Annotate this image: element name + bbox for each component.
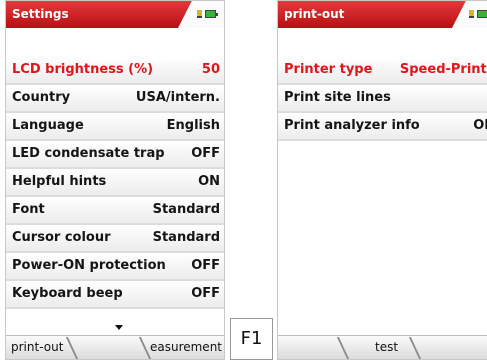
menu-item-label: Cursor colour (12, 230, 111, 245)
menu-item-label: Print site lines (284, 90, 391, 105)
menu-item-value: English (166, 118, 220, 133)
softkey-divider (336, 337, 350, 359)
menu-item-label: Helpful hints (12, 174, 107, 189)
menu-item-country[interactable]: Country USA/intern. (6, 85, 224, 113)
menu-item-label: Country (12, 90, 71, 105)
menu-item-font[interactable]: Font Standard (6, 197, 224, 225)
softkey-bar: print-out easurement (6, 335, 224, 359)
softkey-print-out[interactable]: print-out (11, 336, 63, 359)
screen-title: Settings (12, 7, 69, 21)
menu-item-keyboard-beep[interactable]: Keyboard beep OFF (6, 281, 224, 309)
menu-item-value: ON (198, 174, 220, 189)
menu-item-value: OFF (191, 258, 220, 273)
title-bar: print-out (278, 1, 487, 28)
softkey-bar: test (278, 335, 487, 359)
softkey-divider (65, 337, 79, 359)
menu-item-language[interactable]: Language English (6, 113, 224, 141)
menu-item-value: OFF (473, 118, 487, 133)
menu-item-power-on-protection[interactable]: Power-ON protection OFF (6, 253, 224, 281)
f1-key[interactable]: F1 (230, 318, 273, 360)
print-out-list: Printer type Speed-Printer Print site li… (278, 57, 487, 141)
screen-title: print-out (284, 7, 345, 21)
menu-item-cursor-colour[interactable]: Cursor colour Standard (6, 225, 224, 253)
plug-icon (197, 10, 202, 18)
battery-icon (205, 10, 218, 18)
menu-item-value: Standard (152, 230, 220, 245)
menu-item-printer-type[interactable]: Printer type Speed-Printer (278, 57, 487, 85)
menu-item-print-analyzer-info[interactable]: Print analyzer info OFF (278, 113, 487, 141)
menu-item-print-site-lines[interactable]: Print site lines 1 (278, 85, 487, 113)
menu-item-led-condensate-trap[interactable]: LED condensate trap OFF (6, 141, 224, 169)
menu-item-label: Font (12, 202, 45, 217)
softkey-measurement[interactable]: easurement (150, 336, 222, 359)
menu-item-value: OFF (191, 286, 220, 301)
settings-list: LCD brightness (%) 50 Country USA/intern… (6, 57, 224, 309)
title-bar: Settings (6, 1, 224, 28)
menu-item-label: Print analyzer info (284, 118, 420, 133)
scroll-down-arrow-icon (115, 325, 123, 330)
plug-icon (469, 10, 474, 18)
print-out-screen: print-out Printer type Speed-Printer Pri… (277, 0, 487, 360)
menu-item-label: LCD brightness (%) (12, 62, 154, 77)
menu-item-helpful-hints[interactable]: Helpful hints ON (6, 169, 224, 197)
menu-item-value: 50 (201, 62, 220, 77)
menu-item-label: Printer type (284, 62, 373, 77)
menu-item-label: LED condensate trap (12, 146, 165, 161)
menu-item-label: Keyboard beep (12, 286, 123, 301)
battery-icon (477, 10, 487, 18)
softkey-divider (408, 337, 422, 359)
menu-item-label: Power-ON protection (12, 258, 166, 273)
menu-item-value: USA/intern. (135, 90, 220, 105)
softkey-test[interactable]: test (375, 336, 398, 359)
menu-item-label: Language (12, 118, 84, 133)
menu-item-value: Speed-Printer (399, 62, 487, 77)
menu-item-value: Standard (152, 202, 220, 217)
menu-item-value: OFF (191, 146, 220, 161)
settings-screen: Settings LCD brightness (%) 50 Country U… (5, 0, 225, 360)
menu-item-lcd-brightness[interactable]: LCD brightness (%) 50 (6, 57, 224, 85)
